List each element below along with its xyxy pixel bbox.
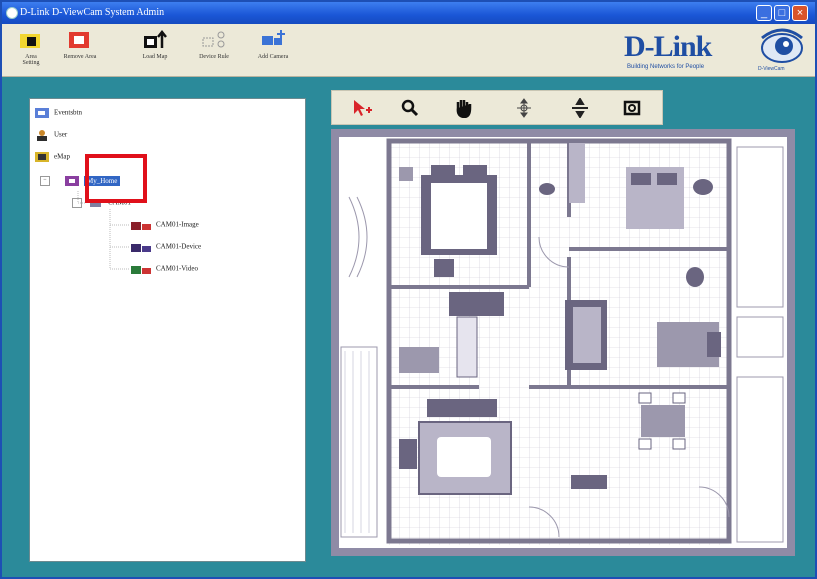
add-camera-button[interactable]: Add Camera xyxy=(256,28,290,60)
fit-view-icon[interactable] xyxy=(622,98,642,118)
window-title: D-Link D-ViewCam System Admin xyxy=(20,7,165,18)
select-add-icon[interactable] xyxy=(352,98,372,118)
app-window: D-Link D-ViewCam System Admin _ □ × Area… xyxy=(0,0,817,579)
device-rule-icon xyxy=(202,31,225,48)
map-toolbar xyxy=(331,90,663,125)
add-camera-icon xyxy=(262,30,285,45)
map-view-frame xyxy=(331,129,795,556)
device-rule-button[interactable]: Device Rule xyxy=(196,28,232,60)
area-setting-icon xyxy=(20,34,40,48)
minimize-button[interactable]: _ xyxy=(756,5,772,21)
load-map-button[interactable]: Load Map xyxy=(140,28,170,60)
logo-tagline: Building Networks for People xyxy=(627,64,705,70)
selection-highlight xyxy=(85,154,147,203)
main-toolbar: Area Setting Remove Area Load Map Device… xyxy=(2,24,815,77)
tree-lines xyxy=(77,191,130,270)
remove-area-button[interactable]: Remove Area xyxy=(60,28,100,60)
app-icon xyxy=(6,7,18,19)
pan-hand-icon[interactable] xyxy=(454,98,474,118)
logo-sub: D-ViewCam xyxy=(758,66,785,72)
move-vertical-icon[interactable] xyxy=(514,98,534,118)
load-map-label: Load Map xyxy=(142,54,168,60)
move-horizontal-icon[interactable] xyxy=(570,98,590,118)
dlink-logo: D-Link Building Networks for People xyxy=(624,30,744,74)
eye-icon xyxy=(761,28,803,63)
area-setting-button[interactable]: Area Setting xyxy=(16,28,46,66)
maximize-button[interactable]: □ xyxy=(774,5,790,21)
remove-area-icon xyxy=(69,32,89,48)
device-rule-label: Device Rule xyxy=(199,54,229,60)
load-map-icon xyxy=(144,29,167,48)
close-button[interactable]: × xyxy=(792,5,808,21)
device-tree-panel[interactable]: Eventsbtn User eMap − My_Home CAM01 CAM01… xyxy=(29,98,306,562)
floor-plan-image xyxy=(339,137,787,548)
add-camera-label: Add Camera xyxy=(257,54,289,60)
floor-plan-map[interactable] xyxy=(339,137,787,548)
dviewcam-logo: D-ViewCam xyxy=(754,28,810,74)
title-bar: D-Link D-ViewCam System Admin _ □ × xyxy=(2,2,815,24)
logo-brand: D-Link xyxy=(624,30,712,63)
remove-area-label: Remove Area xyxy=(63,54,97,60)
area-setting-label: Area Setting xyxy=(22,54,40,66)
zoom-icon[interactable] xyxy=(400,98,420,118)
